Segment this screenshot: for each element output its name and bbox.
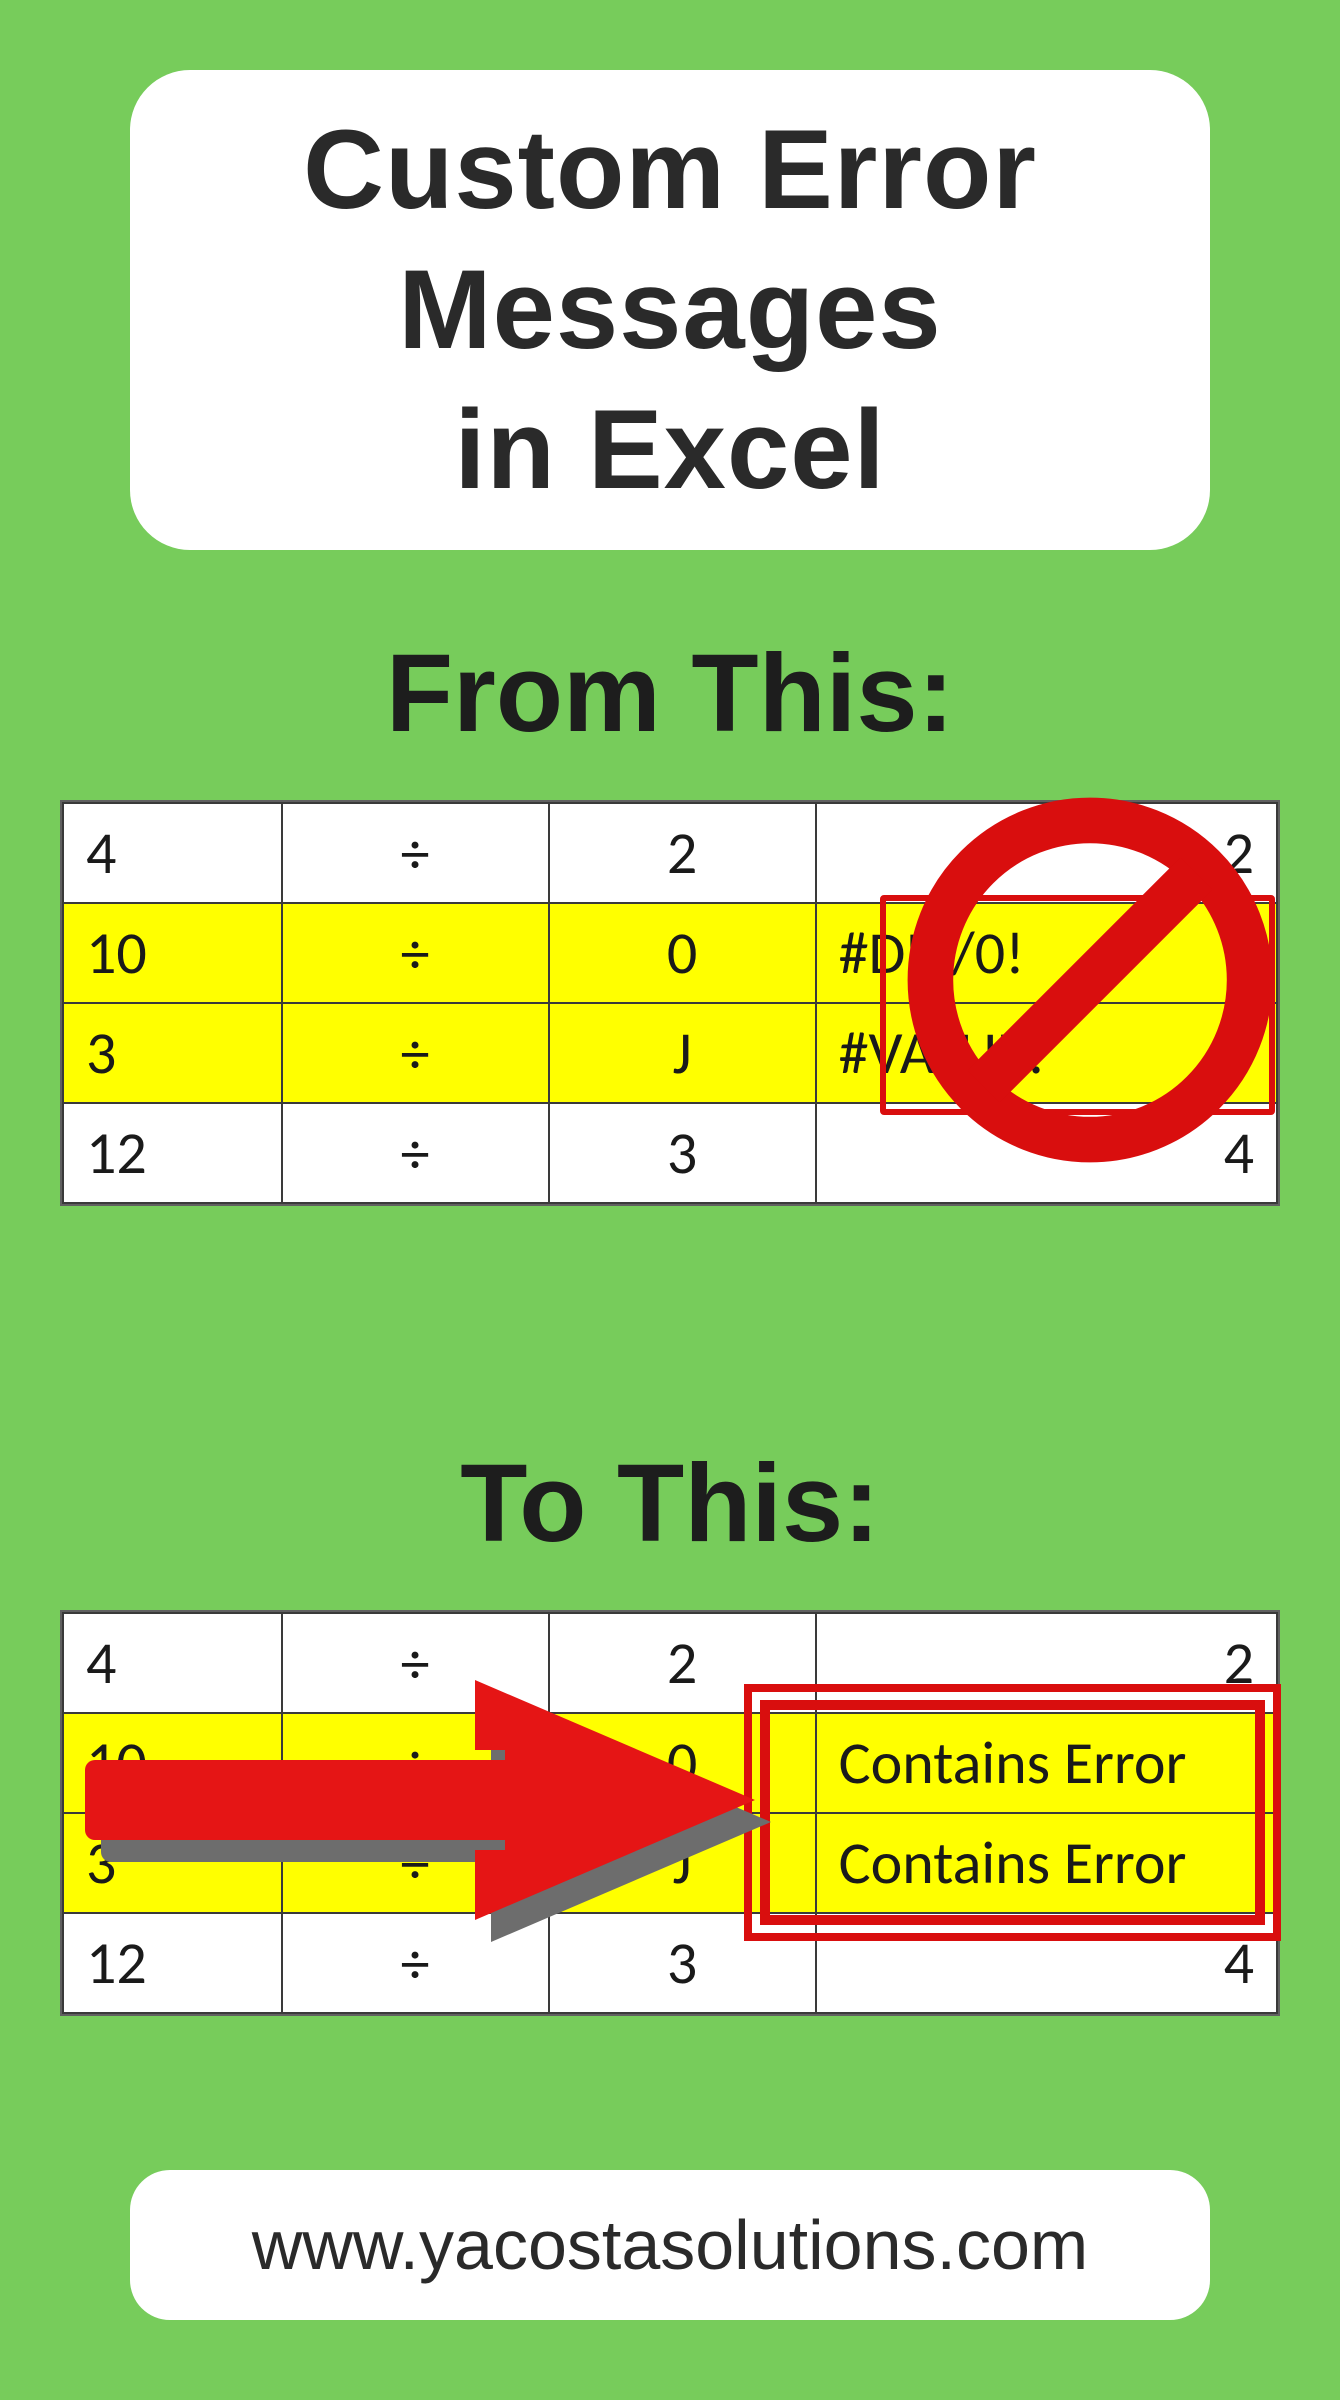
cell: ÷ [282,1913,549,2013]
cell: ÷ [282,1713,549,1813]
cell: 0 [549,1713,816,1813]
cell: 2 [549,1613,816,1713]
cell: 2 [549,803,816,903]
cell: ÷ [282,1003,549,1103]
cell: 2 [816,1613,1277,1713]
cell: ÷ [282,1103,549,1203]
cell: 10 [63,903,282,1003]
title-card: Custom Error Messages in Excel [130,70,1210,550]
spreadsheet-from: 4 ÷ 2 2 10 ÷ 0 #DIV/0! 3 ÷ J #VALUE! 12 … [60,800,1280,1206]
cell-error: #DIV/0! [816,903,1277,1003]
cell: ÷ [282,1813,549,1913]
cell: 4 [816,1103,1277,1203]
table-row: 4 ÷ 2 2 [63,803,1277,903]
cell-custom-error: Contains Error [816,1813,1277,1913]
cell: 0 [549,903,816,1003]
cell: 4 [63,803,282,903]
cell: J [549,1813,816,1913]
table-row: 4 ÷ 2 2 [63,1613,1277,1713]
cell: 4 [63,1613,282,1713]
cell-error: #VALUE! [816,1003,1277,1103]
table-row: 10 ÷ 0 Contains Error [63,1713,1277,1813]
cell: 10 [63,1713,282,1813]
cell: 12 [63,1103,282,1203]
label-from: From This: [0,630,1340,757]
cell: 3 [549,1913,816,2013]
cell-custom-error: Contains Error [816,1713,1277,1813]
label-to: To This: [0,1440,1340,1567]
table-row: 3 ÷ J #VALUE! [63,1003,1277,1103]
cell: ÷ [282,1613,549,1713]
page-title: Custom Error Messages in Excel [303,100,1037,520]
cell: 4 [816,1913,1277,2013]
cell: J [549,1003,816,1103]
cell: 3 [63,1003,282,1103]
table-row: 10 ÷ 0 #DIV/0! [63,903,1277,1003]
cell: 3 [549,1103,816,1203]
table-row: 12 ÷ 3 4 [63,1103,1277,1203]
cell: 12 [63,1913,282,2013]
cell: ÷ [282,803,549,903]
cell: ÷ [282,903,549,1003]
footer-url[interactable]: www.yacostasolutions.com [252,2205,1088,2285]
table-row: 12 ÷ 3 4 [63,1913,1277,2013]
cell: 2 [816,803,1277,903]
cell: 3 [63,1813,282,1913]
spreadsheet-to: 4 ÷ 2 2 10 ÷ 0 Contains Error 3 ÷ J Cont… [60,1610,1280,2016]
footer-card: www.yacostasolutions.com [130,2170,1210,2320]
table-row: 3 ÷ J Contains Error [63,1813,1277,1913]
